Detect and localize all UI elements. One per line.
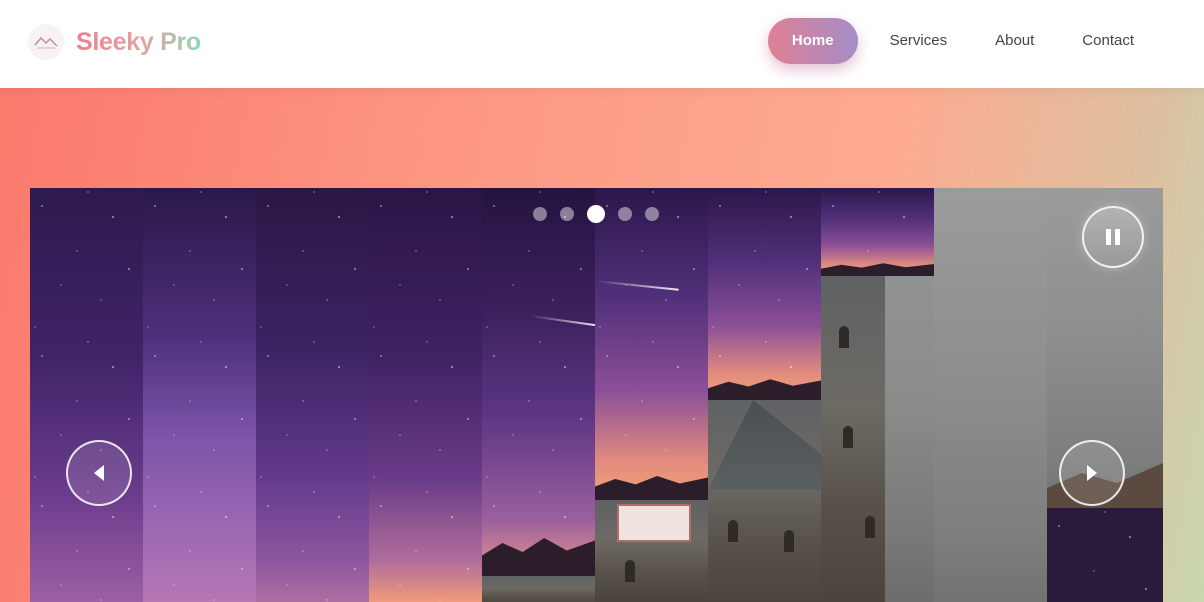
slide-strip (256, 188, 369, 602)
main-nav: Home Services About Contact (767, 18, 1158, 64)
slide-strip (143, 188, 256, 602)
nav-contact[interactable]: Contact (1058, 18, 1158, 64)
slider-pagination (533, 205, 672, 223)
prev-slide-button[interactable] (66, 440, 132, 506)
brand-name: Sleeky Pro (76, 27, 201, 56)
nav-services[interactable]: Services (866, 18, 972, 64)
pause-slider-button[interactable] (1082, 206, 1144, 268)
slide-dot-1[interactable] (533, 207, 547, 221)
slide-dot-3-active[interactable] (587, 205, 605, 223)
arrow-right-icon (1087, 465, 1097, 481)
slide-dot-5[interactable] (645, 207, 659, 221)
nav-about[interactable]: About (971, 18, 1058, 64)
slide-strip (708, 188, 821, 602)
next-slide-button[interactable] (1059, 440, 1125, 506)
slide-strip (821, 188, 934, 602)
image-slider (30, 188, 1163, 602)
arrow-left-icon (94, 465, 104, 481)
slide-strip (934, 188, 1047, 602)
slide-strip (482, 188, 595, 602)
slide-strip (369, 188, 482, 602)
brand-logo[interactable]: Sleeky Pro (28, 22, 201, 62)
slide-dot-2[interactable] (560, 207, 574, 221)
nav-home[interactable]: Home (767, 18, 858, 64)
site-header: Sleeky Pro Home Services About Contact (0, 0, 1204, 88)
slide-dot-4[interactable] (618, 207, 632, 221)
slide-strip (30, 188, 143, 602)
slide-strip (595, 188, 708, 602)
mountain-logo-icon (28, 24, 64, 60)
pause-icon (1106, 229, 1120, 245)
